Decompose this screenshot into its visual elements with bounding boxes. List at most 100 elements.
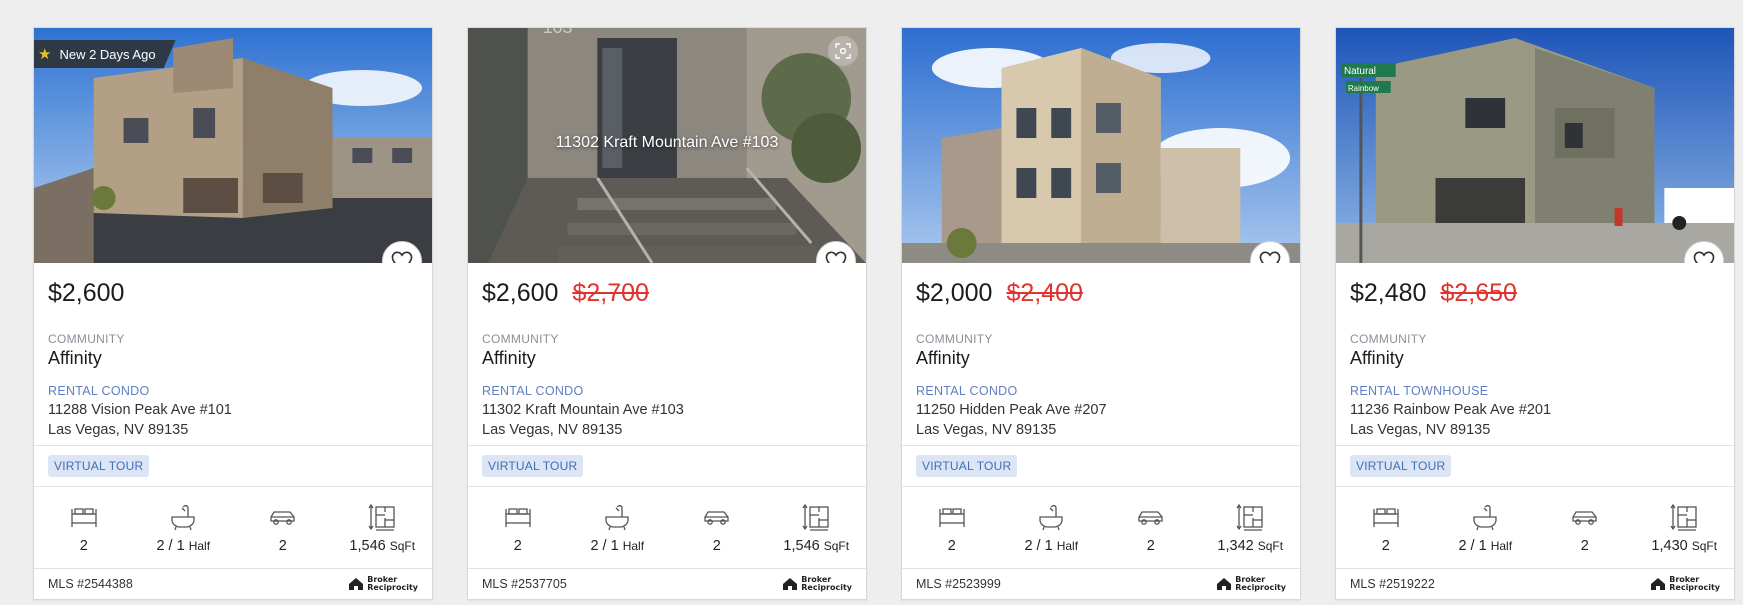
listing-stats: 2 2 / 1 Half 2 1,430 SqFt (1336, 487, 1734, 569)
beds-value: 2 (513, 537, 522, 554)
broker-logo-line2: Reciprocity (1669, 583, 1720, 592)
bathtub-icon (171, 504, 195, 530)
floorplan-icon (1236, 503, 1263, 531)
sqft-unit: SqFt (389, 538, 416, 553)
bed-icon (1373, 507, 1399, 527)
heart-icon (1259, 251, 1281, 263)
heart-icon (391, 251, 413, 263)
virtual-tour-tag[interactable]: VIRTUAL TOUR (48, 455, 150, 477)
house-logo-icon (1217, 578, 1232, 590)
virtual-tour-tag[interactable]: VIRTUAL TOUR (916, 455, 1018, 477)
garage-stat: 2 (1535, 487, 1635, 568)
listing-stats: 2 2 / 1 Half 2 1,342 SqFt (902, 487, 1300, 569)
street-sign-line2: Rainbow (1348, 84, 1379, 93)
sqft-unit: SqFt (1691, 538, 1718, 553)
community-label: COMMUNITY (916, 332, 993, 346)
beds-stat: 2 (1336, 487, 1436, 568)
baths-unit: Half (188, 538, 211, 553)
listing-photo[interactable]: Natural Rainbow (1336, 28, 1734, 263)
baths-stat: 2 / 1 Half (1002, 487, 1102, 568)
listing-stats: 2 2 / 1 Half 2 1,546 SqFt (34, 487, 432, 569)
community-name: Affinity (916, 348, 970, 368)
garage-value: 2 (1580, 537, 1589, 554)
garage-stat: 2 (233, 487, 333, 568)
listing-photo-image (902, 28, 1300, 263)
listing-footer: MLS #2544388 Broker Reciprocity (34, 569, 432, 599)
listing-info: $2,600 $2,700 COMMUNITY Affinity RENTAL … (468, 263, 866, 445)
listing-footer: MLS #2537705 Broker Reciprocity (468, 569, 866, 599)
scan-button[interactable] (828, 36, 858, 66)
listing-info: $2,600 COMMUNITY Affinity RENTAL CONDO 1… (34, 263, 432, 445)
broker-logo-line2: Reciprocity (367, 583, 418, 592)
star-icon: ★ (38, 46, 52, 63)
broker-reciprocity-logo: Broker Reciprocity (1650, 576, 1720, 592)
beds-value: 2 (79, 537, 88, 554)
baths-value: 2 / 1 (156, 537, 185, 554)
community-name: Affinity (482, 348, 536, 368)
bed-icon (71, 507, 97, 527)
broker-reciprocity-logo: Broker Reciprocity (1216, 576, 1286, 592)
virtual-tour-tag[interactable]: VIRTUAL TOUR (1350, 455, 1452, 477)
mls-number: MLS #2544388 (48, 577, 133, 591)
bathtub-icon (1039, 504, 1063, 530)
beds-value: 2 (947, 537, 956, 554)
address-line2: Las Vegas, NV 89135 (916, 422, 1057, 438)
listing-photo[interactable] (902, 28, 1300, 263)
bathtub-icon (605, 504, 629, 530)
property-type: RENTAL CONDO (482, 384, 584, 398)
beds-value: 2 (1381, 537, 1390, 554)
beds-stat: 2 (902, 487, 1002, 568)
address-line1: 11236 Rainbow Peak Ave #201 (1350, 402, 1552, 418)
community-label: COMMUNITY (48, 332, 125, 346)
house-logo-icon (783, 578, 798, 590)
property-type: RENTAL CONDO (916, 384, 1018, 398)
bathtub-icon (1473, 504, 1497, 530)
listing-stats: 2 2 / 1 Half 2 1,546 SqFt (468, 487, 866, 569)
listing-photo[interactable]: ★ New 2 Days Ago (34, 28, 432, 263)
address-line1: 11302 Kraft Mountain Ave #103 (482, 402, 684, 418)
badge-label: New 2 Days Ago (59, 46, 156, 62)
property-type: RENTAL CONDO (48, 384, 150, 398)
floorplan-icon (368, 503, 395, 531)
listing-card[interactable]: Natural Rainbow $2,480 $2,650 COMMUNITY … (1335, 27, 1735, 600)
listing-footer: MLS #2523999 Broker Reciprocity (902, 569, 1300, 599)
house-logo-icon (349, 578, 364, 590)
heart-icon (1693, 251, 1715, 263)
listing-photo[interactable]: 103 11302 Kraft Mountain Ave #103 (468, 28, 866, 263)
sqft-stat: 1,546 SqFt (333, 487, 433, 568)
sqft-value: 1,430 (1651, 537, 1688, 554)
photo-caption: 11302 Kraft Mountain Ave #103 (555, 134, 779, 151)
listing-footer: MLS #2519222 Broker Reciprocity (1336, 569, 1734, 599)
listing-card[interactable]: ★ New 2 Days Ago $2,600 COMMUNITY Affini… (33, 27, 433, 600)
baths-unit: Half (1490, 538, 1513, 553)
car-icon (704, 510, 729, 525)
address-line2: Las Vegas, NV 89135 (48, 422, 189, 438)
baths-stat: 2 / 1 Half (568, 487, 668, 568)
street-sign-line1: Natural (1344, 66, 1376, 77)
sqft-value: 1,342 (1217, 537, 1254, 554)
car-icon (1138, 510, 1163, 525)
original-price: $2,400 (1006, 279, 1083, 307)
virtual-tour-tag[interactable]: VIRTUAL TOUR (482, 455, 584, 477)
listing-photo-image: Natural Rainbow (1336, 28, 1734, 263)
price: $2,000 (916, 279, 993, 307)
floorplan-icon (1670, 503, 1697, 531)
scan-icon (835, 43, 851, 59)
car-icon (1572, 510, 1597, 525)
broker-reciprocity-logo: Broker Reciprocity (782, 576, 852, 592)
listing-card[interactable]: 103 11302 Kraft Mountain Ave #103 $2,600… (467, 27, 867, 600)
community-name: Affinity (48, 348, 102, 368)
listing-info: $2,480 $2,650 COMMUNITY Affinity RENTAL … (1336, 263, 1734, 445)
garage-value: 2 (278, 537, 287, 554)
floorplan-icon (802, 503, 829, 531)
address-line2: Las Vegas, NV 89135 (482, 422, 623, 438)
community-label: COMMUNITY (1350, 332, 1427, 346)
car-icon (270, 510, 295, 525)
baths-value: 2 / 1 (1024, 537, 1053, 554)
baths-value: 2 / 1 (1458, 537, 1487, 554)
baths-value: 2 / 1 (590, 537, 619, 554)
sqft-stat: 1,546 SqFt (767, 487, 867, 568)
original-price: $2,700 (572, 279, 649, 307)
listing-card[interactable]: $2,000 $2,400 COMMUNITY Affinity RENTAL … (901, 27, 1301, 600)
baths-unit: Half (622, 538, 645, 553)
